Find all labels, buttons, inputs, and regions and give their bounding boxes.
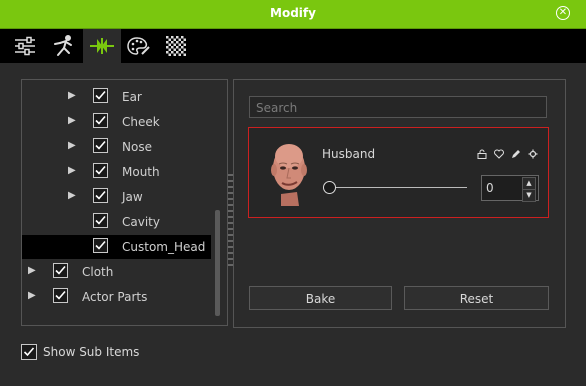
sliders-icon [15, 36, 35, 56]
tab-morph[interactable] [83, 29, 121, 63]
tree-item-label: Nose [122, 140, 152, 154]
expand-arrow-icon[interactable]: ▶ [28, 265, 36, 276]
tab-texture[interactable] [158, 29, 194, 63]
toolbar [0, 29, 586, 63]
tree-item-checkbox[interactable] [53, 263, 68, 278]
tab-appearance[interactable] [121, 29, 157, 63]
reset-button[interactable]: Reset [404, 286, 549, 310]
stepper-down-button[interactable]: ▼ [522, 189, 536, 202]
tree-scrollbar[interactable] [215, 210, 220, 316]
check-icon [55, 290, 66, 300]
tree-item-checkbox[interactable] [93, 188, 108, 203]
tree-item[interactable]: ▶ Mouth [22, 160, 211, 184]
tree-item-label: Jaw [122, 190, 143, 204]
tree-item-label: Mouth [122, 165, 160, 179]
close-icon[interactable]: ✕ [556, 6, 570, 20]
tree-item-checkbox[interactable] [93, 138, 108, 153]
tree-item[interactable]: ▶ Nose [22, 135, 211, 159]
heart-icon[interactable] [494, 148, 504, 159]
check-icon [95, 140, 106, 150]
morph-name: Husband [322, 147, 376, 161]
morph-slider-handle[interactable] [323, 181, 336, 194]
morph-slider-track[interactable] [333, 187, 467, 188]
expand-arrow-icon[interactable]: ▶ [28, 290, 36, 301]
check-icon [55, 265, 66, 275]
tab-sliders[interactable] [7, 29, 43, 63]
expand-arrow-icon[interactable]: ▶ [68, 115, 76, 126]
gear-icon[interactable] [528, 148, 538, 159]
check-icon [95, 165, 106, 175]
tree-item-checkbox[interactable] [93, 163, 108, 178]
tree-item[interactable]: ▶ Actor Parts [22, 285, 211, 309]
expand-arrow-icon[interactable]: ▶ [68, 90, 76, 101]
tree-item-label: Cavity [122, 215, 160, 229]
expand-arrow-icon[interactable]: ▶ [68, 140, 76, 151]
tree-item[interactable]: Custom_Head [22, 235, 211, 259]
tree-item-label: Ear [122, 90, 142, 104]
unlock-icon[interactable] [477, 148, 487, 159]
tree-item-label: Custom_Head [122, 240, 206, 254]
tree-item-checkbox[interactable] [93, 113, 108, 128]
check-icon [23, 347, 35, 357]
tree-item-checkbox[interactable] [93, 88, 108, 103]
motion-figure-icon [54, 35, 72, 56]
tree-item-label: Actor Parts [82, 290, 148, 304]
search-input[interactable]: Search [249, 96, 547, 118]
tree-item-checkbox[interactable] [93, 238, 108, 253]
check-icon [95, 215, 106, 225]
tree-item-checkbox[interactable] [53, 288, 68, 303]
tree-panel: ▶ Ear ▶ Cheek ▶ Nose ▶ Mouth ▶ Jaw Cavity Custom_He… [21, 79, 228, 326]
check-icon [95, 190, 106, 200]
check-icon [95, 90, 106, 100]
avatar [263, 138, 313, 206]
pencil-icon[interactable] [511, 148, 521, 158]
check-icon [95, 115, 106, 125]
tree-item[interactable]: ▶ Cloth [22, 260, 211, 284]
tree-item-checkbox[interactable] [93, 213, 108, 228]
expand-arrow-icon[interactable]: ▶ [68, 190, 76, 201]
tab-motion[interactable] [45, 29, 81, 63]
tree-item[interactable]: Cavity [22, 210, 211, 234]
morph-arrows-icon [90, 38, 114, 54]
bake-button[interactable]: Bake [249, 286, 392, 310]
show-sub-items-label: Show Sub Items [43, 345, 140, 359]
tree-item[interactable]: ▶ Ear [22, 85, 211, 109]
expand-arrow-icon[interactable]: ▶ [68, 165, 76, 176]
check-icon [95, 240, 106, 250]
morph-card[interactable]: Husband 0 ▲ ▼ [248, 127, 549, 218]
tree-item-label: Cheek [122, 115, 160, 129]
morph-icons [477, 148, 538, 159]
tree-item-label: Cloth [82, 265, 114, 279]
tree-item[interactable]: ▶ Jaw [22, 185, 211, 209]
window-title: Modify [270, 6, 316, 20]
show-sub-items-checkbox[interactable] [21, 344, 37, 360]
palette-icon [127, 37, 150, 55]
title-bar: Modify ✕ [0, 0, 586, 29]
morph-value: 0 [486, 181, 494, 195]
tree-item[interactable]: ▶ Cheek [22, 110, 211, 134]
checker-icon [166, 36, 186, 56]
morph-value-stepper[interactable]: 0 ▲ ▼ [481, 175, 539, 202]
